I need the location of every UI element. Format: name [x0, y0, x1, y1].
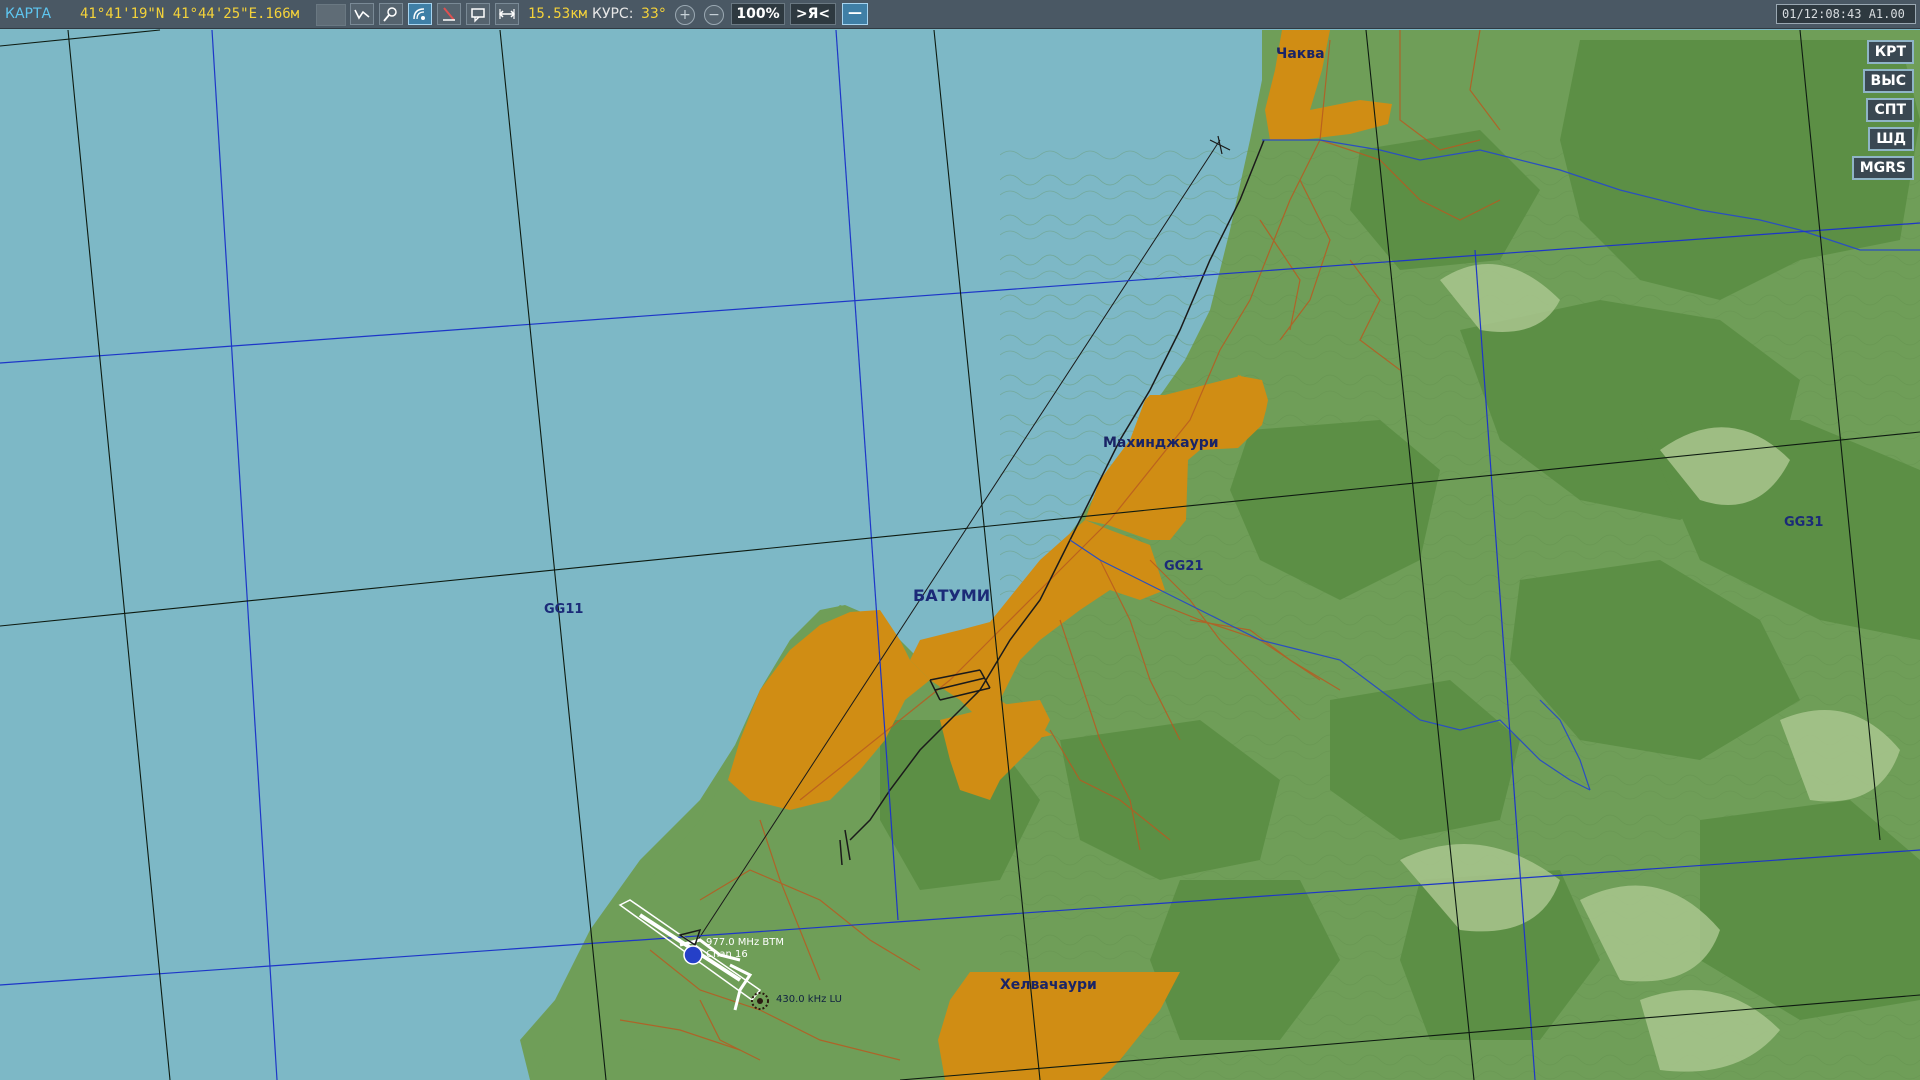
city-label-batumi: БАТУМИ: [913, 586, 991, 605]
city-label-chakva: Чаква: [1276, 46, 1325, 62]
zoom-in-icon: +: [679, 7, 691, 23]
vor-frequency-label: 977.0 MHz BTM: [706, 937, 784, 948]
ruler-icon: [443, 7, 455, 21]
radar-button[interactable]: [408, 3, 432, 25]
layer-button-shd[interactable]: ШД: [1868, 127, 1914, 151]
measured-distance: 15.53км: [528, 6, 588, 22]
vor-marker[interactable]: [683, 945, 703, 965]
layer-button-mgrs[interactable]: MGRS: [1851, 156, 1914, 180]
mission-clock: 01/12:08:43 A1.00 F: [1776, 4, 1916, 24]
zoom-in-button[interactable]: +: [675, 5, 695, 25]
search-icon: [383, 7, 397, 22]
layer-button-spt[interactable]: СПТ: [1866, 98, 1914, 122]
map-canvas[interactable]: [0, 0, 1920, 1080]
layer-button-vys[interactable]: ВЫС: [1862, 69, 1914, 93]
radar-icon: [413, 8, 425, 20]
top-toolbar: КАРТА 41°41'19"N 41°44'25"E.166м 15.53км…: [0, 0, 1920, 29]
zoom-out-icon: −: [708, 7, 720, 23]
ruler-button[interactable]: [437, 3, 461, 25]
dash-button[interactable]: —: [842, 3, 868, 25]
city-label-khelvachauri: Хелвачаури: [1000, 977, 1097, 993]
map-application: Чаква Махинджаури БАТУМИ Хелвачаури GG11…: [0, 0, 1920, 1080]
measure-distance-button[interactable]: [495, 3, 519, 25]
layer-button-krt[interactable]: КРТ: [1866, 40, 1914, 64]
route-button[interactable]: [350, 3, 374, 25]
mode-label[interactable]: КАРТА: [5, 0, 51, 28]
grid-label-gg11: GG11: [544, 602, 584, 617]
message-icon: [471, 8, 485, 23]
zoom-level[interactable]: 100%: [731, 3, 785, 25]
message-button[interactable]: [466, 3, 490, 25]
grid-label-gg21: GG21: [1164, 559, 1204, 574]
route-icon: [354, 9, 370, 20]
measure-distance-icon: [498, 9, 516, 19]
search-button[interactable]: [379, 3, 403, 25]
ndb-frequency-label: 430.0 kHz LU: [776, 994, 842, 1005]
center-on-self-button[interactable]: >Я<: [790, 3, 836, 25]
course-label: КУРС:: [592, 6, 634, 22]
disabled-field: [316, 4, 346, 26]
grid-label-gg31: GG31: [1784, 515, 1824, 530]
zoom-out-button[interactable]: −: [704, 5, 724, 25]
course-value: 33°: [641, 6, 666, 22]
cursor-coordinates: 41°41'19"N 41°44'25"E.166м: [80, 6, 300, 22]
tacan-channel-label: Chan 16: [706, 949, 748, 960]
city-label-makhinjauri: Махинджаури: [1103, 435, 1219, 451]
